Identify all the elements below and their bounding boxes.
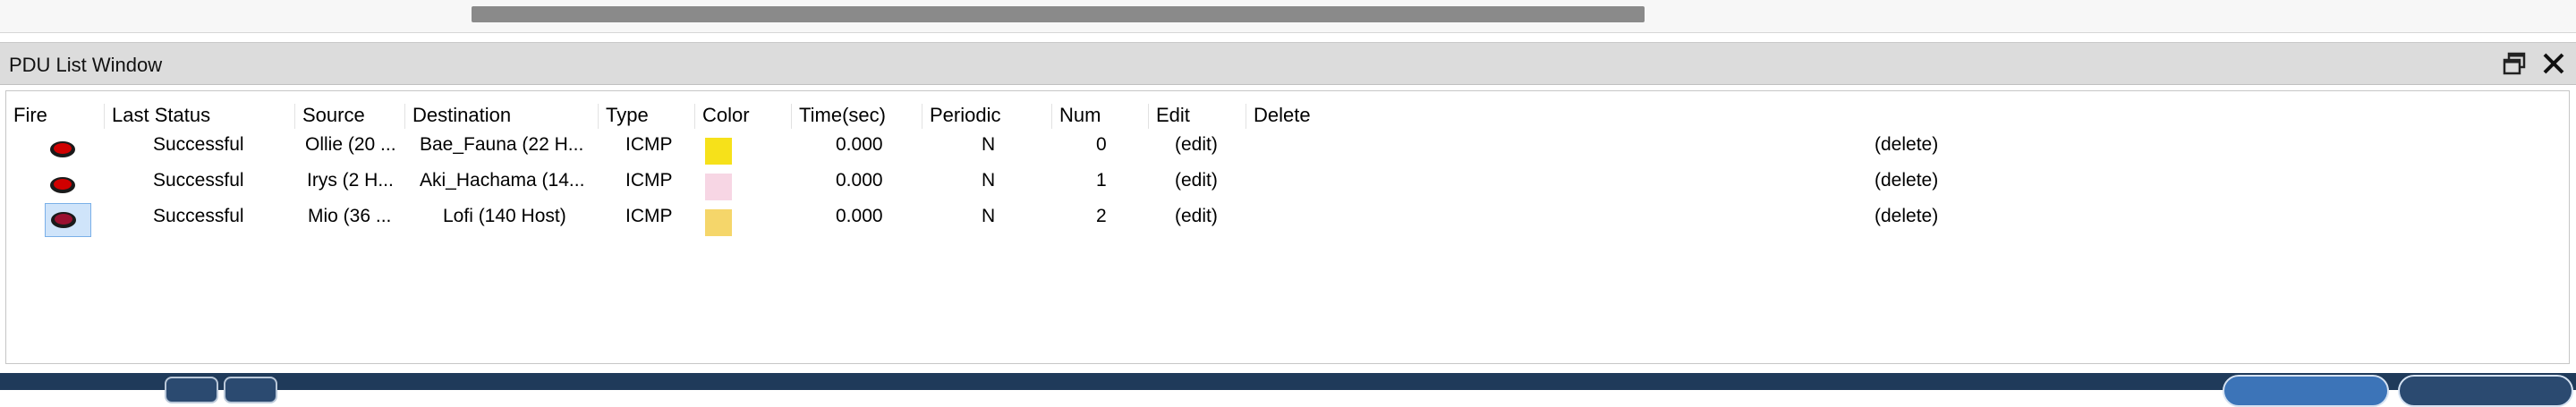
num-cell: 2 — [1096, 206, 1107, 226]
status-cell: Successful — [153, 134, 244, 155]
source-cell: Ollie (20 ... — [305, 134, 396, 155]
header-last-status: Last Status — [105, 104, 295, 129]
source-cell: Mio (36 ... — [308, 206, 392, 226]
header-source: Source — [295, 104, 405, 129]
header-periodic: Periodic — [922, 104, 1052, 129]
header-edit: Edit — [1149, 104, 1246, 129]
periodic-cell: N — [982, 134, 996, 155]
pdu-table: Fire Last Status Source Destination Type… — [5, 90, 2570, 364]
edit-link[interactable]: (edit) — [1175, 131, 1218, 159]
toolbar-pill-button[interactable] — [2398, 375, 2573, 407]
delete-link[interactable]: (delete) — [1875, 166, 1938, 195]
top-scroll-area — [0, 0, 2576, 33]
header-type: Type — [599, 104, 695, 129]
back-button[interactable] — [165, 377, 218, 403]
type-cell: ICMP — [625, 134, 673, 155]
status-cell: Successful — [153, 170, 244, 191]
delete-link[interactable]: (delete) — [1875, 202, 1938, 231]
close-icon[interactable] — [2540, 50, 2567, 77]
num-cell: 0 — [1096, 134, 1107, 155]
destination-cell: Aki_Hachama (14... — [420, 170, 585, 191]
restore-window-icon[interactable] — [2501, 50, 2528, 77]
header-color: Color — [695, 104, 792, 129]
fire-pdu-icon[interactable] — [49, 140, 76, 159]
delete-link[interactable]: (delete) — [1875, 131, 1938, 159]
type-cell: ICMP — [625, 170, 673, 191]
color-swatch — [705, 174, 732, 200]
header-num: Num — [1052, 104, 1149, 129]
source-cell: Irys (2 H... — [307, 170, 394, 191]
time-cell: 0.000 — [836, 170, 883, 191]
edit-link[interactable]: (edit) — [1175, 202, 1218, 231]
window-title: PDU List Window — [9, 54, 163, 76]
horizontal-scrollbar-thumb[interactable] — [472, 6, 1645, 22]
status-cell: Successful — [153, 206, 244, 226]
header-delete: Delete — [1254, 104, 1311, 126]
periodic-cell: N — [982, 170, 996, 191]
periodic-cell: N — [982, 206, 996, 226]
toolbar-pill-button[interactable] — [2223, 375, 2389, 407]
destination-cell: Lofi (140 Host) — [443, 206, 566, 226]
destination-cell: Bae_Fauna (22 H... — [420, 134, 584, 155]
edit-link[interactable]: (edit) — [1175, 166, 1218, 195]
type-cell: ICMP — [625, 206, 673, 226]
header-time: Time(sec) — [792, 104, 922, 129]
fire-pdu-icon[interactable] — [50, 210, 77, 230]
bottom-toolbar — [0, 373, 2576, 407]
color-swatch — [705, 138, 732, 165]
num-cell: 1 — [1096, 170, 1107, 191]
fire-pdu-icon[interactable] — [49, 175, 76, 195]
header-destination: Destination — [405, 104, 599, 129]
toolbar-button[interactable] — [224, 377, 277, 403]
time-cell: 0.000 — [836, 206, 883, 226]
color-swatch — [705, 209, 732, 236]
time-cell: 0.000 — [836, 134, 883, 155]
pdu-list-window-titlebar: PDU List Window — [0, 42, 2576, 85]
header-fire: Fire — [6, 104, 105, 129]
